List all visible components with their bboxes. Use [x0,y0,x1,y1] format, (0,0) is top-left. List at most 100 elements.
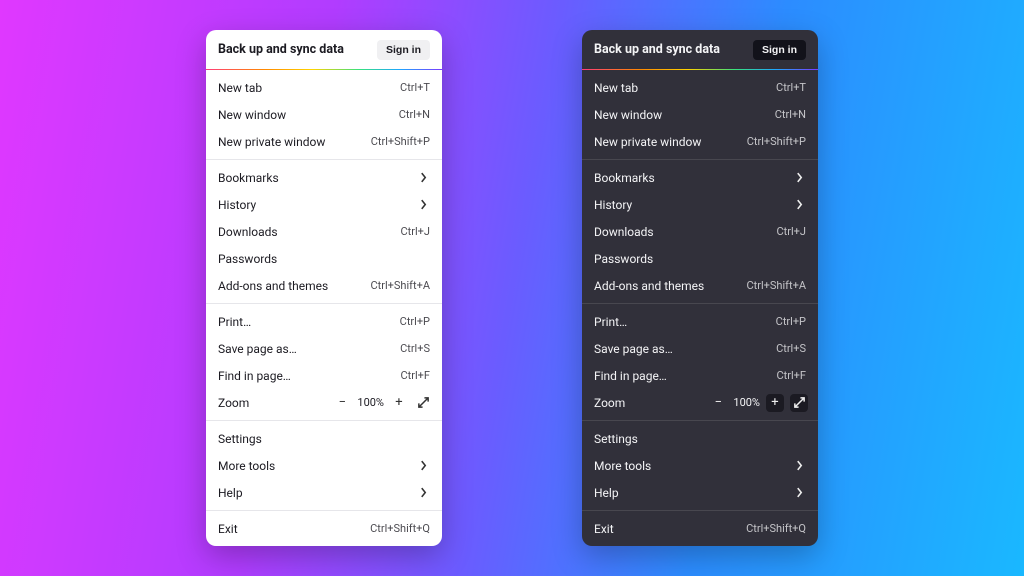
shortcut: Ctrl+Shift+Q [746,522,806,535]
menu-item-label: Add-ons and themes [218,279,328,293]
menu-item-exit[interactable]: Exit Ctrl+Shift+Q [206,515,442,542]
shortcut: Ctrl+N [399,108,430,121]
signin-button[interactable]: Sign in [753,40,806,60]
fullscreen-icon[interactable] [790,394,808,412]
shortcut: Ctrl+N [775,108,806,121]
menu-item-label: Passwords [218,252,277,266]
menu-item-label: Downloads [218,225,278,239]
menu-item-settings[interactable]: Settings [582,425,818,452]
shortcut: Ctrl+Shift+A [370,279,430,292]
shortcut: Ctrl+P [400,315,430,328]
menu-item-downloads[interactable]: Downloads Ctrl+J [206,218,442,245]
zoom-controls: − 100% + [333,394,432,412]
shortcut: Ctrl+F [777,369,806,382]
menu-item-label: Bookmarks [218,171,279,185]
menu-item-label: Help [594,486,619,500]
shortcut: Ctrl+F [401,369,430,382]
menu-item-new-window[interactable]: New window Ctrl+N [582,101,818,128]
menu-item-help[interactable]: Help [206,479,442,506]
menu-item-label: Passwords [594,252,653,266]
menu-item-label: History [594,198,632,212]
zoom-in-button[interactable]: + [390,394,408,412]
menu-item-label: More tools [218,459,275,473]
menu-item-exit[interactable]: Exit Ctrl+Shift+Q [582,515,818,542]
menu-item-label: Downloads [594,225,654,239]
chevron-right-icon [416,459,430,473]
menu-item-zoom: Zoom − 100% + [582,389,818,416]
sync-title: Back up and sync data [594,42,720,57]
menu-item-label: History [218,198,256,212]
app-menu-dark: Back up and sync data Sign in New tab Ct… [582,30,818,547]
wallpaper: Back up and sync data Sign in New tab Ct… [0,0,1024,576]
shortcut: Ctrl+S [400,342,430,355]
menu-item-label: New window [218,108,286,122]
menu-item-label: Save page as… [594,342,673,356]
menu-item-label: Help [218,486,243,500]
shortcut: Ctrl+Shift+P [747,135,806,148]
menu-item-label: Settings [218,432,262,446]
menu-item-history[interactable]: History [206,191,442,218]
zoom-level: 100% [733,396,760,409]
menu-item-find[interactable]: Find in page… Ctrl+F [206,362,442,389]
menu-item-print[interactable]: Print… Ctrl+P [582,308,818,335]
shortcut: Ctrl+S [776,342,806,355]
menu-item-settings[interactable]: Settings [206,425,442,452]
shortcut: Ctrl+Shift+A [746,279,806,292]
menu-item-label: New tab [218,81,262,95]
menu-item-addons[interactable]: Add-ons and themes Ctrl+Shift+A [582,272,818,299]
zoom-out-button[interactable]: − [333,394,351,412]
menu-item-label: Zoom [594,396,625,410]
menu-item-more-tools[interactable]: More tools [206,452,442,479]
menu-item-addons[interactable]: Add-ons and themes Ctrl+Shift+A [206,272,442,299]
menu-item-label: New window [594,108,662,122]
app-menu-light: Back up and sync data Sign in New tab Ct… [206,30,442,547]
menu-item-label: Add-ons and themes [594,279,704,293]
shortcut: Ctrl+Shift+P [371,135,430,148]
menu-item-label: New private window [594,135,701,149]
menu-item-label: Exit [218,522,238,536]
zoom-controls: − 100% + [709,394,808,412]
menu-item-bookmarks[interactable]: Bookmarks [206,164,442,191]
menu-item-new-private-window[interactable]: New private window Ctrl+Shift+P [582,128,818,155]
menu-item-label: Zoom [218,396,249,410]
fullscreen-icon[interactable] [414,394,432,412]
menu-item-label: Find in page… [594,369,667,383]
menu-item-passwords[interactable]: Passwords [206,245,442,272]
menu-item-print[interactable]: Print… Ctrl+P [206,308,442,335]
menu-item-help[interactable]: Help [582,479,818,506]
zoom-out-button[interactable]: − [709,394,727,412]
menu-item-label: Exit [594,522,614,536]
menu-item-label: New tab [594,81,638,95]
zoom-level: 100% [357,396,384,409]
menu-item-save-as[interactable]: Save page as… Ctrl+S [582,335,818,362]
shortcut: Ctrl+J [401,225,430,238]
signin-button[interactable]: Sign in [377,40,430,60]
menu-item-label: Bookmarks [594,171,655,185]
menu-item-label: Find in page… [218,369,291,383]
sync-header: Back up and sync data Sign in [582,30,818,69]
menu-item-bookmarks[interactable]: Bookmarks [582,164,818,191]
menu-item-downloads[interactable]: Downloads Ctrl+J [582,218,818,245]
menu-item-new-private-window[interactable]: New private window Ctrl+Shift+P [206,128,442,155]
menu-item-label: Print… [594,315,627,329]
chevron-right-icon [416,486,430,500]
menu-item-zoom: Zoom − 100% + [206,389,442,416]
menu-item-label: More tools [594,459,651,473]
menu-item-label: New private window [218,135,325,149]
chevron-right-icon [416,171,430,185]
menu-item-label: Print… [218,315,251,329]
menu-item-save-as[interactable]: Save page as… Ctrl+S [206,335,442,362]
shortcut: Ctrl+J [777,225,806,238]
menu-item-passwords[interactable]: Passwords [582,245,818,272]
menu-item-find[interactable]: Find in page… Ctrl+F [582,362,818,389]
menu-item-more-tools[interactable]: More tools [582,452,818,479]
shortcut: Ctrl+P [776,315,806,328]
menu-item-new-window[interactable]: New window Ctrl+N [206,101,442,128]
zoom-in-button[interactable]: + [766,394,784,412]
menu-item-new-tab[interactable]: New tab Ctrl+T [206,74,442,101]
chevron-right-icon [792,171,806,185]
menu-item-history[interactable]: History [582,191,818,218]
chevron-right-icon [416,198,430,212]
menu-item-new-tab[interactable]: New tab Ctrl+T [582,74,818,101]
sync-header: Back up and sync data Sign in [206,30,442,69]
